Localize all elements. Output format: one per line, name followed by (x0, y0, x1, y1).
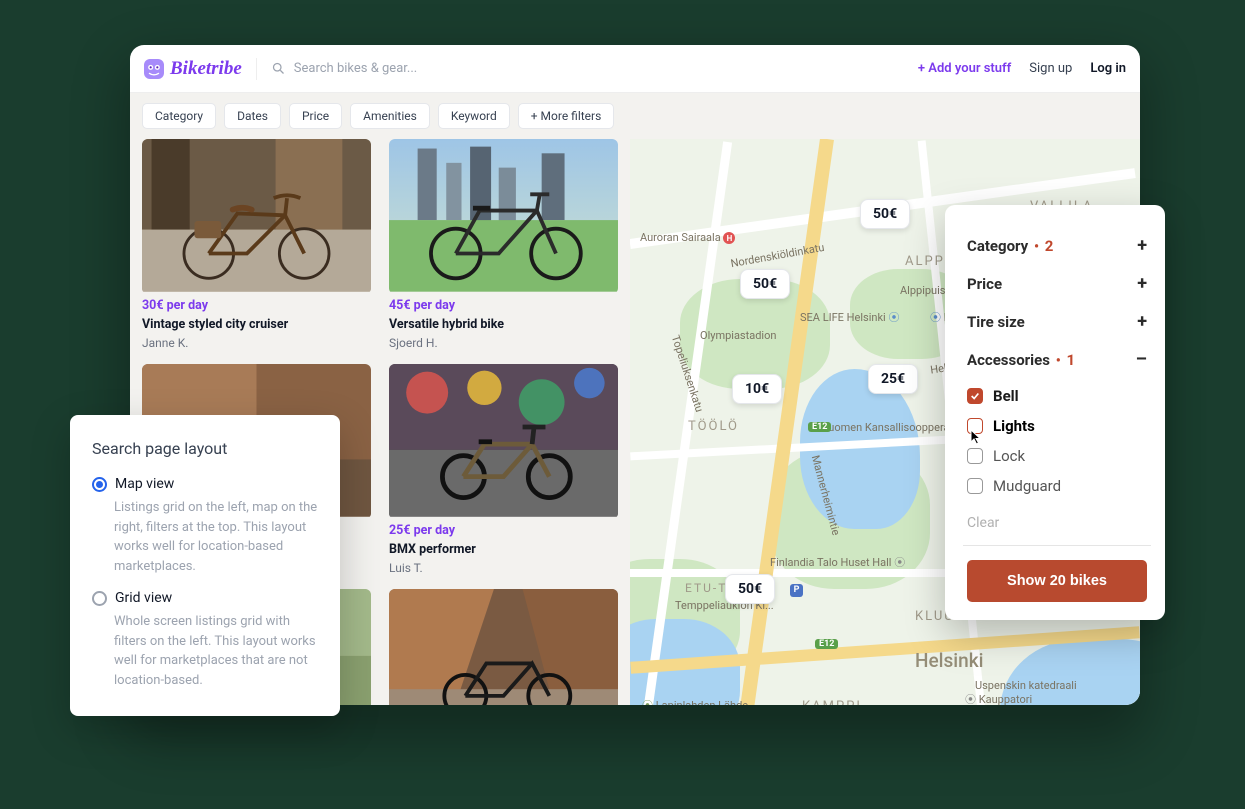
plus-icon: + (1137, 237, 1147, 255)
map-price-pin[interactable]: 50€ (860, 199, 910, 229)
listing-seller: Janne K. (142, 336, 371, 350)
filter-chip[interactable]: Keyword (438, 103, 510, 129)
listing-image (389, 589, 618, 705)
map-price-pin[interactable]: 50€ (740, 269, 790, 299)
checkbox-checked-icon (967, 388, 983, 404)
accessory-option[interactable]: Lock (967, 441, 1147, 471)
map-label: SEA LIFE Helsinki ⦿ (800, 309, 899, 325)
layout-option-desc: Listings grid on the left, map on the ri… (114, 498, 318, 576)
map-price-pin[interactable]: 25€ (868, 364, 918, 394)
road-shield: E12 (808, 422, 831, 432)
clear-link[interactable]: Clear (967, 507, 1147, 531)
cursor-icon (969, 429, 985, 445)
map-neighborhood: KAMPPI (802, 699, 862, 705)
filter-chip[interactable]: Category (142, 103, 216, 129)
map-label: ⦿ Kauppatori (965, 691, 1032, 705)
listing-card[interactable]: 30€ per day Vintage styled city cruiser … (142, 139, 371, 350)
filter-chips-row: Category Dates Price Amenities Keyword +… (130, 93, 1140, 139)
map-label: Finlandia Talo Huset Hall ⦿ (770, 554, 905, 570)
layout-heading: Search page layout (92, 439, 318, 458)
map-price-pin[interactable]: 10€ (732, 374, 782, 404)
minus-icon: – (1136, 351, 1147, 369)
plus-icon: + (1137, 275, 1147, 293)
map-city: Helsinki (915, 649, 983, 672)
filter-chip[interactable]: Price (289, 103, 342, 129)
search-placeholder: Search bikes & gear... (294, 61, 417, 76)
show-results-button[interactable]: Show 20 bikes (967, 560, 1147, 602)
listing-image (389, 139, 618, 294)
listing-seller: Sjoerd H. (389, 336, 618, 350)
checkbox-icon (967, 448, 983, 464)
filter-group-price[interactable]: Price + (967, 265, 1147, 303)
filter-group-accessories[interactable]: Accessories • 1 – (967, 341, 1147, 379)
divider (963, 545, 1151, 546)
plus-icon: + (1137, 313, 1147, 331)
filter-group-category[interactable]: Category • 2 + (967, 227, 1147, 265)
logo-icon (144, 59, 164, 79)
listing-price: 45€ per day (389, 298, 618, 313)
accessories-list: Bell Lights Lock Mudguard (967, 379, 1147, 507)
layout-option-grid[interactable]: Grid view (92, 590, 318, 606)
brand-logo[interactable]: Biketribe (144, 58, 257, 80)
listing-title: BMX performer (389, 542, 618, 557)
map-label: Olympiastadion (700, 329, 776, 342)
listing-seller: Luis T. (389, 561, 618, 575)
map-label: Uspenskin katedraali (975, 679, 1077, 692)
filter-chip[interactable]: Dates (224, 103, 281, 129)
listing-title: Vintage styled city cruiser (142, 317, 371, 332)
filter-panel: Category • 2 + Price + Tire size + Acces… (945, 205, 1165, 620)
map-label: ⦿ Lapinlahden Lähde (642, 697, 748, 705)
layout-option-label: Grid view (115, 590, 172, 606)
search-input[interactable]: Search bikes & gear... (271, 61, 904, 76)
listing-card[interactable]: 25€ per day BMX performer Luis T. (389, 364, 618, 575)
radio-unselected-icon (92, 591, 107, 606)
add-stuff-link[interactable]: + Add your stuff (918, 61, 1011, 76)
radio-selected-icon (92, 477, 107, 492)
nav-right: + Add your stuff Sign up Log in (918, 61, 1126, 76)
map-price-pin[interactable]: 50€ (725, 574, 775, 604)
accessory-option[interactable]: Lights (967, 411, 1147, 441)
road-shield: E12 (815, 639, 838, 649)
signup-link[interactable]: Sign up (1029, 61, 1072, 76)
filter-group-tire[interactable]: Tire size + (967, 303, 1147, 341)
listing-title: Versatile hybrid bike (389, 317, 618, 332)
listing-image (389, 364, 618, 519)
layout-selector-card: Search page layout Map view Listings gri… (70, 415, 340, 716)
login-link[interactable]: Log in (1090, 61, 1126, 76)
brand-name: Biketribe (170, 58, 242, 80)
map-neighborhood: TÖÖLÖ (688, 419, 739, 434)
checkbox-icon (967, 478, 983, 494)
header: Biketribe Search bikes & gear... + Add y… (130, 45, 1140, 93)
map-label: Auroran Sairaala H (640, 231, 735, 244)
listing-price: 30€ per day (142, 298, 371, 313)
search-icon (271, 61, 286, 76)
listing-card[interactable] (389, 589, 618, 705)
listing-card[interactable]: 45€ per day Versatile hybrid bike Sjoerd… (389, 139, 618, 350)
filter-chip[interactable]: Amenities (350, 103, 430, 129)
listing-image (142, 139, 371, 294)
filter-chip[interactable]: + More filters (518, 103, 615, 129)
layout-option-label: Map view (115, 476, 174, 492)
layout-option-desc: Whole screen listings grid with filters … (114, 612, 318, 690)
accessory-option[interactable]: Mudguard (967, 471, 1147, 501)
listing-price: 25€ per day (389, 523, 618, 538)
layout-option-map[interactable]: Map view (92, 476, 318, 492)
accessory-option[interactable]: Bell (967, 381, 1147, 411)
road-shield: P (790, 584, 803, 597)
